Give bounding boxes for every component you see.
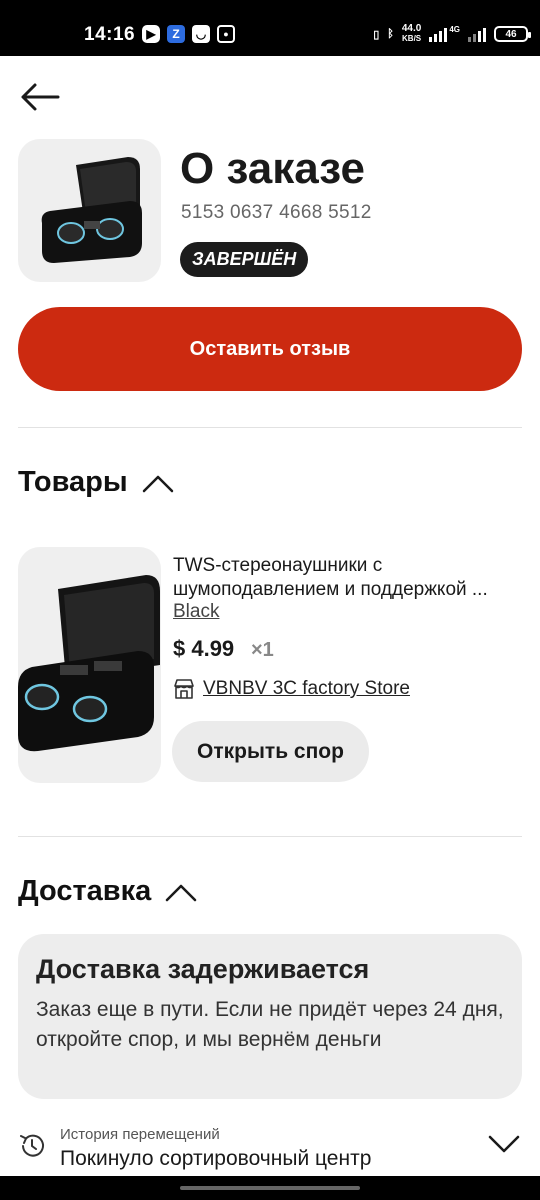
product-price: $ 4.99 [173, 636, 235, 661]
products-section-toggle[interactable]: Товары [18, 466, 174, 499]
notice-title: Доставка задерживается [36, 954, 370, 984]
zen-icon: Z [167, 25, 185, 43]
arrow-left-icon [21, 83, 60, 111]
notification-icons: ▶ Z ◡ ● [142, 25, 235, 43]
product-image[interactable] [18, 547, 161, 783]
network-speed: 44.0 KB/S [401, 23, 422, 44]
earbuds-case-image [41, 157, 142, 263]
product-name[interactable]: TWS-стереонаушники с шумоподавлением и п… [173, 554, 523, 602]
store-icon [174, 679, 194, 699]
history-icon [20, 1134, 44, 1157]
order-status-badge: ЗАВЕРШЁН [180, 242, 309, 277]
order-number: 5153 0637 4668 5512 [181, 202, 372, 223]
notice-text: Заказ еще в пути. Если не придёт через 2… [36, 998, 504, 1051]
battery-icon: 46 [494, 26, 531, 42]
vibrate-icon: ▯ [373, 28, 380, 41]
system-indicators: ▯ ᛒ 44.0 KB/S 4G 46 [373, 23, 531, 44]
status-bar: 14:16 ▶ Z ◡ ● ▯ ᛒ 44.0 KB/S 4G 46 [0, 0, 540, 56]
instagram-icon: ● [217, 25, 235, 43]
network-type: 4G [449, 24, 460, 34]
page-title: О заказе [180, 144, 366, 193]
chevron-down-icon [488, 1135, 520, 1153]
tracking-history-row[interactable]: История перемещений Покинуло сортировочн… [18, 1120, 522, 1176]
leave-review-button[interactable]: Оставить отзыв [18, 307, 522, 391]
signal-icon-2 [468, 26, 486, 42]
delivery-delay-notice: Доставка задерживается Заказ еще в пути.… [18, 934, 522, 1099]
history-value: Покинуло сортировочный центр [60, 1147, 372, 1170]
delivery-section-toggle[interactable]: Доставка [18, 875, 197, 908]
back-button[interactable] [18, 80, 62, 114]
clock: 14:16 [84, 24, 136, 45]
earbuds-case-image [18, 575, 160, 752]
store-name: VBNBV 3C factory Store [203, 678, 410, 699]
divider [18, 427, 522, 428]
open-dispute-button[interactable]: Открыть спор [172, 721, 369, 782]
product-variant[interactable]: Black [173, 601, 219, 623]
chevron-up-icon [166, 884, 197, 901]
product-quantity: ×1 [251, 639, 274, 661]
store-link[interactable]: VBNBV 3C factory Store [173, 678, 410, 700]
divider [18, 836, 522, 837]
signal-icon [429, 26, 448, 42]
products-section-title: Товары [18, 466, 128, 498]
messenger-icon: ◡ [192, 25, 210, 43]
history-label: История перемещений [60, 1126, 220, 1143]
order-product-image [18, 139, 161, 282]
chevron-up-icon [142, 475, 173, 492]
delivery-section-title: Доставка [18, 875, 152, 907]
home-indicator[interactable] [180, 1186, 360, 1190]
youtube-icon: ▶ [142, 25, 160, 43]
bluetooth-icon: ᛒ [387, 28, 394, 40]
